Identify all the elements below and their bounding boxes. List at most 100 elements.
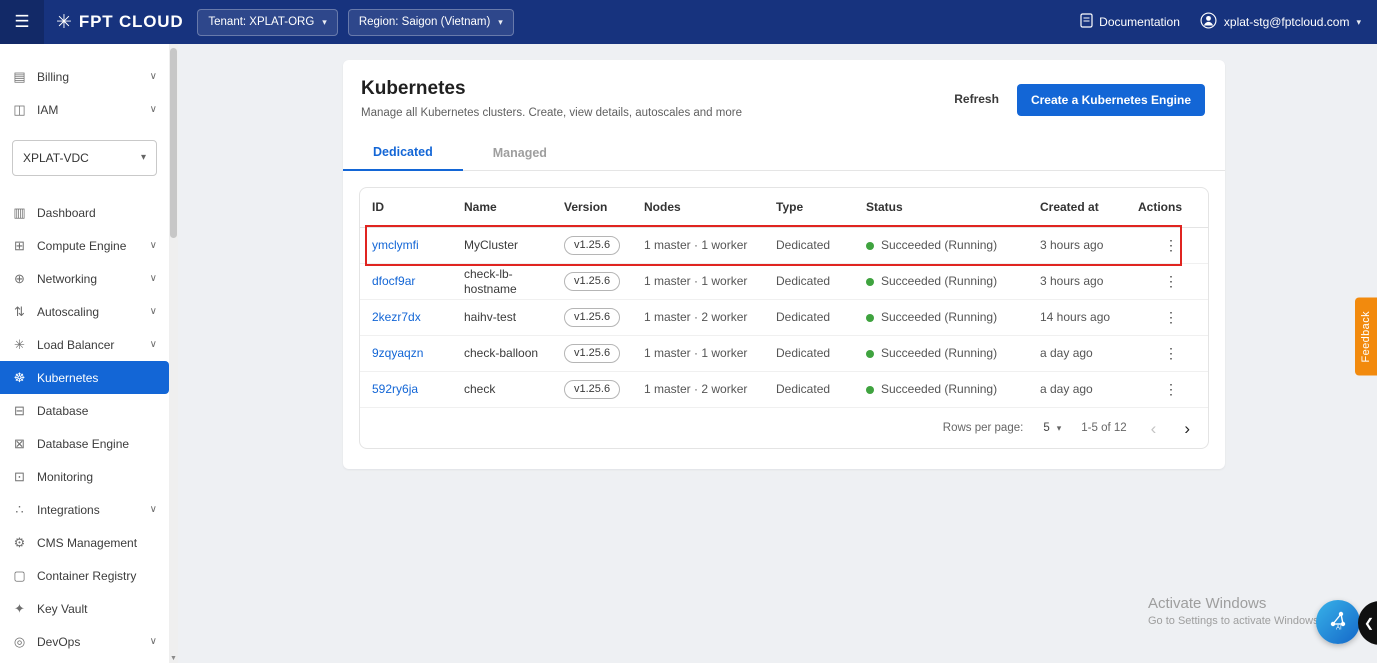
chevron-down-icon: ▾ (140, 152, 146, 163)
table-row[interactable]: 2kezr7dx haihv-test v1.25.6 1 master · 2… (360, 300, 1208, 336)
brand-logo[interactable]: ✳ FPT CLOUD (44, 11, 197, 34)
networking-icon: ⊕ (14, 270, 25, 286)
previous-page-button[interactable]: ‹ (1147, 420, 1161, 437)
cluster-created-at: 3 hours ago (1040, 274, 1104, 288)
table-row[interactable]: 9zqyaqzn check-balloon v1.25.6 1 master … (360, 336, 1208, 372)
scrollbar-thumb[interactable] (170, 48, 177, 238)
tab-dedicated[interactable]: Dedicated (343, 135, 463, 171)
table-row[interactable]: dfocf9ar check-lb-hostname v1.25.6 1 mas… (360, 264, 1208, 300)
chevron-down-icon: ▾ (322, 16, 327, 27)
pagination-range: 1-5 of 12 (1081, 422, 1127, 434)
menu-button[interactable]: ☰ (0, 0, 44, 44)
row-actions-button[interactable]: ⋮ (1158, 307, 1185, 328)
sidebar-item-key-vault[interactable]: ✦ Key Vault (0, 592, 169, 625)
sidebar-item-label: Monitoring (37, 469, 94, 484)
status-text: Succeeded (Running) (881, 274, 998, 288)
row-actions-button[interactable]: ⋮ (1158, 235, 1185, 256)
row-actions-button[interactable]: ⋮ (1158, 343, 1185, 364)
refresh-button[interactable]: Refresh (952, 84, 1001, 114)
status-dot (866, 349, 874, 358)
sidebar-item-monitoring[interactable]: ⊡ Monitoring (0, 460, 169, 493)
documentation-icon (1080, 13, 1093, 31)
sidebar-item-cms-management[interactable]: ⚙ CMS Management (0, 526, 169, 559)
vdc-selector[interactable]: XPLAT-VDC ▾ (12, 140, 157, 176)
cluster-type: Dedicated (776, 310, 831, 324)
status-text: Succeeded (Running) (881, 310, 998, 324)
table-row[interactable]: 592ry6ja check v1.25.6 1 master · 2 work… (360, 372, 1208, 408)
clusters-table: ID Name Version Nodes Type Status Create… (359, 187, 1209, 449)
sidebar-item-label: Database Engine (37, 436, 130, 451)
column-header-actions: Actions (1138, 200, 1183, 214)
sidebar-item-integrations[interactable]: ∴ Integrations ∨ (0, 493, 169, 526)
chevron-left-icon: ❮ (1364, 616, 1375, 630)
sidebar-item-billing[interactable]: ▤ Billing ∨ (0, 60, 169, 93)
scrollbar-down-arrow[interactable]: ▼ (169, 655, 178, 662)
documentation-link[interactable]: Documentation (1080, 13, 1180, 31)
load-balancer-icon: ✳ (14, 336, 25, 352)
page-subtitle: Manage all Kubernetes clusters. Create, … (361, 107, 742, 119)
cluster-id-link[interactable]: 2kezr7dx (372, 310, 464, 325)
status-dot (866, 241, 874, 250)
status-dot (866, 385, 874, 394)
version-badge: v1.25.6 (564, 271, 621, 292)
tenant-label: Tenant: XPLAT-ORG (208, 16, 315, 28)
next-page-button[interactable]: › (1180, 420, 1194, 437)
sidebar-item-database[interactable]: ⊟ Database (0, 394, 169, 427)
tab-managed[interactable]: Managed (463, 135, 577, 170)
integrations-icon: ∴ (15, 501, 24, 517)
table-header-row: ID Name Version Nodes Type Status Create… (360, 188, 1208, 228)
sidebar-item-compute-engine[interactable]: ⊞ Compute Engine ∨ (0, 229, 169, 262)
database-engine-icon: ⊠ (14, 435, 25, 451)
create-kubernetes-engine-button[interactable]: Create a Kubernetes Engine (1016, 84, 1205, 116)
sidebar-scrollbar[interactable]: ▼ (169, 44, 178, 663)
iam-icon: ◫ (13, 101, 26, 117)
key-vault-icon: ✦ (14, 600, 25, 616)
column-header-id: ID (372, 200, 384, 214)
rows-per-page-select[interactable]: 5 ▾ (1043, 422, 1061, 434)
chevron-down-icon: ▾ (1356, 16, 1361, 27)
sidebar-item-container-registry[interactable]: ▢ Container Registry (0, 559, 169, 592)
cluster-id-link[interactable]: 9zqyaqzn (372, 346, 464, 361)
sidebar-item-networking[interactable]: ⊕ Networking ∨ (0, 262, 169, 295)
region-selector[interactable]: Region: Saigon (Vietnam) ▾ (347, 8, 514, 36)
chevron-down-icon: ∨ (149, 504, 157, 515)
cluster-nodes: 1 master · 2 worker (644, 310, 748, 324)
cluster-created-at: 3 hours ago (1040, 238, 1104, 252)
ai-chat-button[interactable]: AI (1316, 600, 1360, 644)
sidebar-item-dashboard[interactable]: ▥ Dashboard (0, 196, 169, 229)
status-dot (866, 277, 874, 286)
feedback-tab[interactable]: Feedback (1355, 298, 1377, 376)
sidebar-item-label: CMS Management (37, 535, 138, 550)
cluster-id-link[interactable]: dfocf9ar (372, 274, 464, 289)
cluster-created-at: a day ago (1040, 382, 1093, 396)
sidebar-item-load-balancer[interactable]: ✳ Load Balancer ∨ (0, 328, 169, 361)
main-content: Kubernetes Manage all Kubernetes cluster… (178, 44, 1377, 663)
status-dot (866, 313, 874, 322)
tenant-selector[interactable]: Tenant: XPLAT-ORG ▾ (197, 8, 338, 36)
sidebar-item-autoscaling[interactable]: ⇅ Autoscaling ∨ (0, 295, 169, 328)
cluster-nodes: 1 master · 1 worker (644, 238, 748, 252)
autoscaling-icon: ⇅ (14, 303, 25, 319)
cluster-id-link[interactable]: ymclymfi (372, 238, 464, 253)
billing-icon: ▤ (13, 68, 26, 84)
page-title: Kubernetes (361, 78, 466, 99)
hamburger-icon: ☰ (14, 12, 30, 31)
account-email: xplat-stg@fptcloud.com (1223, 15, 1350, 29)
sidebar-item-iam[interactable]: ◫ IAM ∨ (0, 93, 169, 126)
row-actions-button[interactable]: ⋮ (1158, 379, 1185, 400)
cluster-nodes: 1 master · 2 worker (644, 382, 748, 396)
topbar: ☰ ✳ FPT CLOUD Tenant: XPLAT-ORG ▾ Region… (0, 0, 1377, 44)
row-actions-button[interactable]: ⋮ (1158, 271, 1185, 292)
sidebar-item-kubernetes[interactable]: ☸ Kubernetes (0, 361, 169, 394)
chevron-down-icon: ▾ (1056, 422, 1062, 433)
cluster-created-at: a day ago (1040, 346, 1093, 360)
table-row[interactable]: ymclymfi MyCluster v1.25.6 1 master · 1 … (360, 228, 1208, 264)
chevron-down-icon: ∨ (149, 240, 157, 251)
account-menu[interactable]: xplat-stg@fptcloud.com ▾ (1200, 12, 1361, 32)
cluster-id-link[interactable]: 592ry6ja (372, 382, 464, 397)
sidebar-item-devops[interactable]: ◎ DevOps ∨ (0, 625, 169, 658)
version-badge: v1.25.6 (564, 379, 621, 400)
shell: ▤ Billing ∨ ◫ IAM ∨ XPLAT-VDC ▾ ▥ Dashbo… (0, 44, 1377, 663)
sidebar-item-label: Billing (37, 69, 70, 84)
sidebar-item-database-engine[interactable]: ⊠ Database Engine (0, 427, 169, 460)
